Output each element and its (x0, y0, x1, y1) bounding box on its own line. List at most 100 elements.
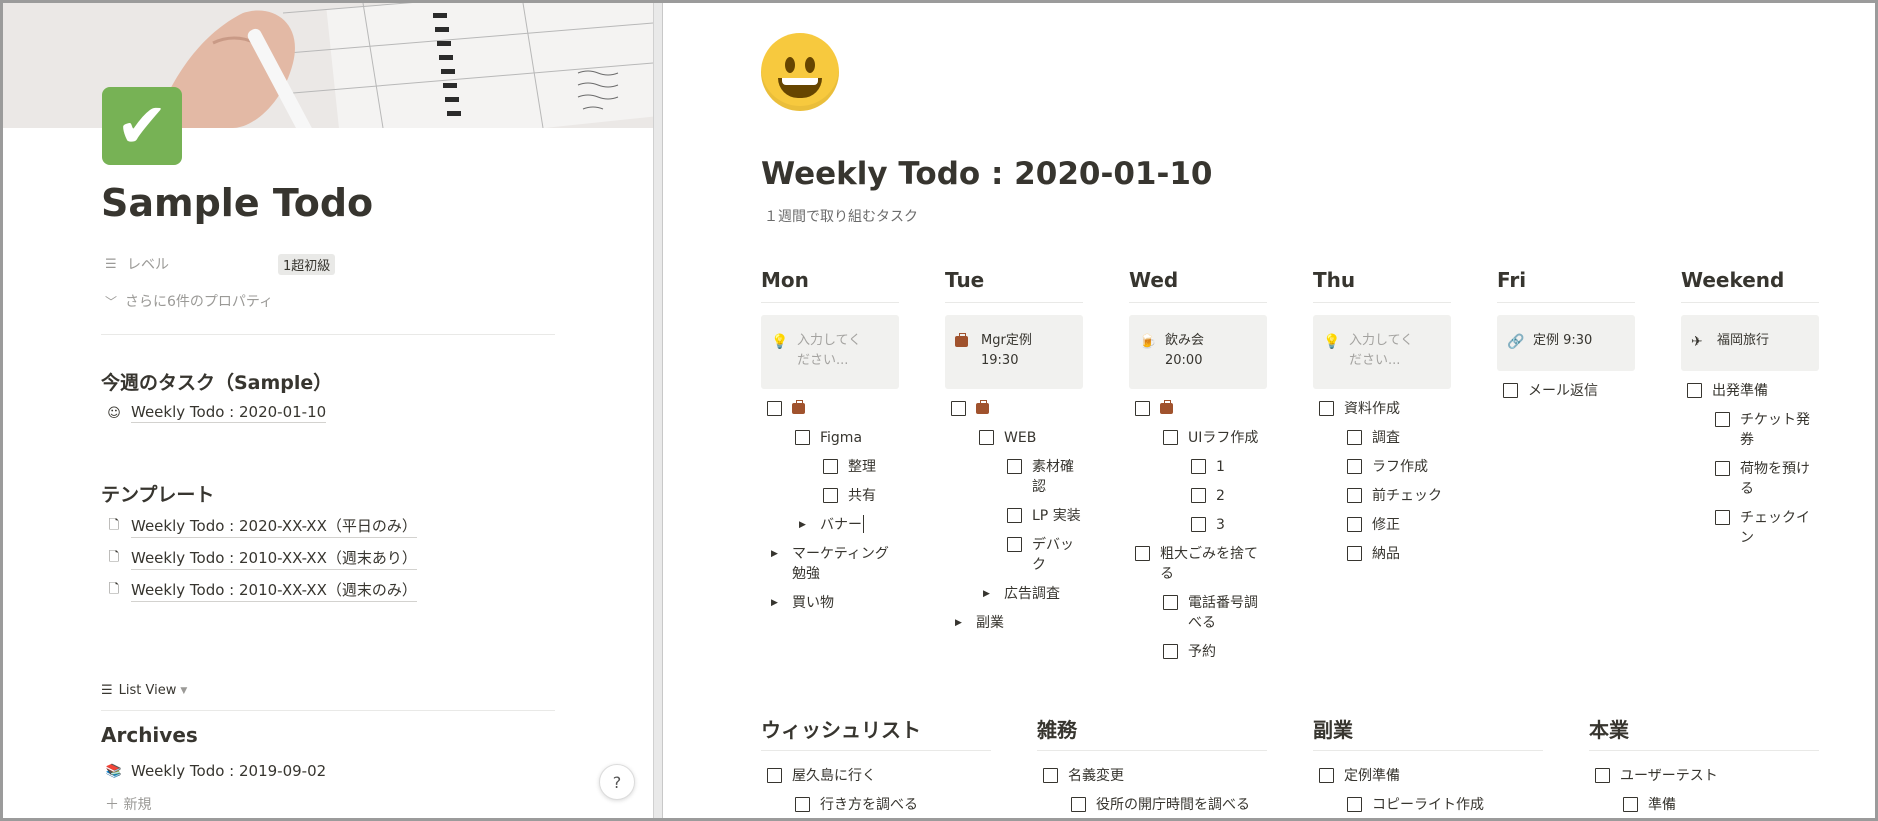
checkbox[interactable] (823, 459, 838, 474)
toggle-triangle-icon[interactable]: ▶ (795, 515, 810, 535)
smiley-page-icon[interactable] (761, 33, 839, 111)
task-item[interactable]: 名義変更 (1043, 766, 1124, 786)
task-item[interactable]: 役所の開庁時間を調べる (1071, 795, 1250, 815)
checkbox[interactable] (795, 797, 810, 812)
checkbox[interactable] (1163, 430, 1178, 445)
template-link[interactable]: 🗋 Weekly Todo : 2020-XX-XX（平日のみ） (105, 515, 417, 538)
checkbox[interactable] (1503, 383, 1518, 398)
task-item[interactable]: Figma (795, 428, 862, 448)
checkbox[interactable] (1347, 797, 1362, 812)
archives-heading[interactable]: Archives (101, 723, 198, 747)
task-item[interactable]: デバッ ク (1007, 535, 1079, 575)
template-link[interactable]: 🗋 Weekly Todo : 2010-XX-XX（週末のみ） (105, 579, 417, 602)
task-item[interactable]: 予約 (1163, 642, 1216, 662)
task-item[interactable]: メール返信 (1503, 381, 1598, 401)
task-item[interactable]: 1 (1191, 457, 1225, 477)
checkbox[interactable] (1007, 508, 1022, 523)
property-row-level[interactable]: ☰ レベル 1超初級 (105, 253, 555, 275)
more-properties-toggle[interactable]: ﹀ さらに6件のプロパティ (105, 291, 273, 311)
checkbox[interactable] (1163, 644, 1178, 659)
checkbox[interactable] (1163, 595, 1178, 610)
task-item[interactable]: UIラフ作成 (1163, 428, 1258, 448)
page-title[interactable]: Sample Todo (101, 181, 373, 225)
checkbox[interactable] (1715, 412, 1730, 427)
day-card[interactable]: ✈ 福岡旅行 (1681, 315, 1819, 371)
this-week-link[interactable]: ☺ Weekly Todo : 2020-01-10 (105, 403, 327, 423)
checkbox[interactable] (979, 430, 994, 445)
task-item[interactable]: チケット発 券 (1715, 410, 1819, 450)
archive-item[interactable]: 📚 Weekly Todo : 2019-09-02 (105, 762, 326, 780)
checkbox[interactable] (1347, 459, 1362, 474)
task-item[interactable] (951, 399, 989, 416)
task-item[interactable]: 粗大ごみを捨て る (1135, 544, 1269, 584)
checkbox[interactable] (1319, 768, 1334, 783)
list-view-selector[interactable]: ☰ List View ▼ (101, 683, 187, 698)
task-item[interactable]: 行き方を調べる (795, 795, 918, 815)
task-item[interactable]: 納品 (1347, 544, 1400, 564)
toggle-triangle-icon[interactable]: ▶ (951, 613, 966, 633)
task-item[interactable]: WEB (979, 428, 1036, 448)
page-title[interactable]: Weekly Todo : 2020-01-10 (761, 156, 1212, 192)
day-card[interactable]: Mgr定例 19:30 (945, 315, 1083, 389)
task-item[interactable]: ユーザーテスト (1595, 766, 1718, 786)
task-item[interactable]: LP 実装 (1007, 506, 1081, 526)
checkbox[interactable] (1347, 488, 1362, 503)
toggle-item[interactable]: ▶ 広告調査 (979, 584, 1060, 604)
checkbox[interactable] (1007, 459, 1022, 474)
checkbox[interactable] (767, 401, 782, 416)
toggle-item[interactable]: ▶ バナー (795, 515, 864, 535)
task-item[interactable] (1135, 399, 1173, 416)
checkbox[interactable] (1071, 797, 1086, 812)
cover-image[interactable] (3, 3, 653, 128)
task-item[interactable]: 素材確 認 (1007, 457, 1079, 497)
checkbox[interactable] (1043, 768, 1058, 783)
task-item[interactable]: 整理 (823, 457, 876, 477)
task-item[interactable]: 前チェック (1347, 486, 1442, 506)
task-item[interactable]: 電話番号調 べる (1163, 593, 1267, 633)
task-item[interactable] (767, 399, 805, 416)
checkbox[interactable] (1135, 546, 1150, 561)
toggle-item[interactable]: ▶ 買い物 (767, 593, 834, 613)
checkbox[interactable] (1319, 401, 1334, 416)
task-item[interactable]: 荷物を預け る (1715, 459, 1819, 499)
checkbox[interactable] (1191, 488, 1206, 503)
task-item[interactable]: 定例準備 (1319, 766, 1400, 786)
day-card[interactable]: 🍺 飲み会 20:00 (1129, 315, 1267, 389)
checkbox[interactable] (1623, 797, 1638, 812)
checkbox[interactable] (1715, 510, 1730, 525)
task-item[interactable]: 共有 (823, 486, 876, 506)
toggle-triangle-icon[interactable]: ▶ (767, 544, 782, 584)
checkbox[interactable] (1007, 537, 1022, 552)
task-item[interactable]: 3 (1191, 515, 1225, 535)
toggle-item[interactable]: ▶ 副業 (951, 613, 1004, 633)
help-button[interactable]: ? (599, 764, 635, 800)
checkbox[interactable] (1191, 517, 1206, 532)
task-item[interactable]: 資料作成 (1319, 399, 1400, 419)
checkbox[interactable] (1347, 430, 1362, 445)
page-subtitle[interactable]: １週間で取り組むタスク (764, 206, 918, 226)
checkmark-page-icon[interactable]: ✔ (102, 87, 182, 165)
day-card[interactable]: 🔗 定例 9:30 (1497, 315, 1635, 371)
day-card[interactable]: 💡 入力してく ださい... (1313, 315, 1451, 389)
checkbox[interactable] (1687, 383, 1702, 398)
checkbox[interactable] (767, 768, 782, 783)
checkbox[interactable] (951, 401, 966, 416)
task-item[interactable]: コピーライト作成 (1347, 795, 1484, 815)
task-item[interactable]: 屋久島に行く (767, 766, 876, 786)
panel-divider[interactable] (653, 3, 663, 818)
checkbox[interactable] (1715, 461, 1730, 476)
task-item[interactable]: 修正 (1347, 515, 1400, 535)
checkbox[interactable] (795, 430, 810, 445)
task-item[interactable]: ラフ作成 (1347, 457, 1428, 477)
toggle-triangle-icon[interactable]: ▶ (767, 593, 782, 613)
day-card[interactable]: 💡 入力してく ださい... (761, 315, 899, 389)
task-item[interactable]: 2 (1191, 486, 1225, 506)
toggle-triangle-icon[interactable]: ▶ (979, 584, 994, 604)
task-item[interactable]: 出発準備 (1687, 381, 1768, 401)
checkbox[interactable] (1191, 459, 1206, 474)
checkbox[interactable] (1347, 546, 1362, 561)
checkbox[interactable] (1595, 768, 1610, 783)
task-item[interactable]: チェックイ ン (1715, 508, 1819, 548)
new-item-button[interactable]: ＋ 新規 (105, 794, 151, 814)
task-item[interactable]: 準備 (1623, 795, 1676, 815)
